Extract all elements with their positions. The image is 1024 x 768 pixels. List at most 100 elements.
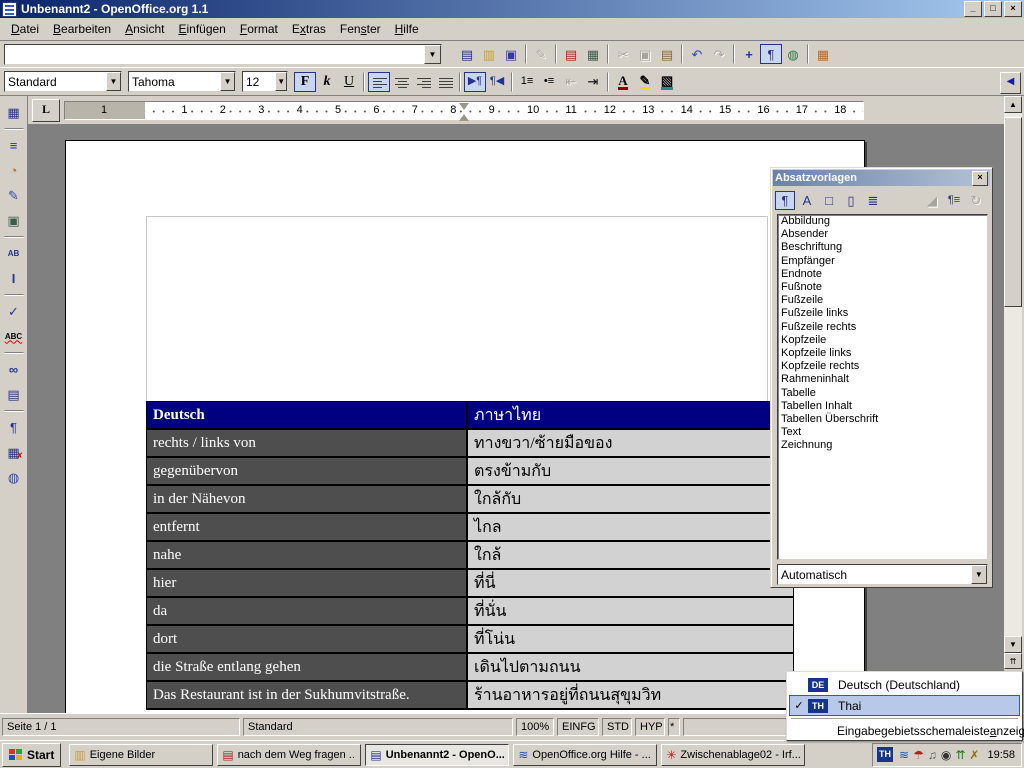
character-styles-icon[interactable]: A [797,191,817,210]
form-functions-icon[interactable]: ▣ [2,209,26,232]
stylist-close-button[interactable]: × [972,171,988,186]
paragraph-styles-icon[interactable]: ¶ [775,191,795,210]
align-justify-button[interactable] [434,72,456,92]
graphics-on-off-icon[interactable]: ▦ [2,441,26,464]
status-insert-mode[interactable]: EINFG [557,718,599,736]
language-indicator[interactable]: TH [877,747,893,762]
ooo-quickstarter-icon[interactable]: ≋ [899,748,909,762]
task-zwischenablage-irfanview[interactable]: ✳ Zwischenablage02 - Irf... [661,744,805,766]
status-selection-mode[interactable]: STD [602,718,632,736]
stylist-style-list[interactable]: AbbildungAbsenderBeschriftungEmpfängerEn… [777,214,988,560]
antivirus-icon[interactable]: ☂ [913,748,924,762]
font-size-input[interactable] [243,72,275,91]
translation-table[interactable]: Deutsch ภาษาไทย rechts / links von ทางขว… [146,401,794,710]
table-row[interactable]: da ที่นั่น [147,598,793,626]
menu-item[interactable]: Format [233,19,285,39]
font-color-button[interactable]: A [612,72,634,92]
menu-item[interactable]: Bearbeiten [46,19,118,39]
table-row[interactable]: entfernt ไกล [147,514,793,542]
table-cell-thai[interactable]: ไกล [468,514,793,540]
bullets-on-off-button[interactable]: •≡ [538,72,560,92]
style-list-item[interactable]: Empfänger [778,255,987,268]
table-cell-thai[interactable]: ทางขวา/ซ้ายมือของ [468,430,793,456]
toolbar-scroll-left-button[interactable]: ◀ [1000,72,1021,94]
increase-indent-button[interactable]: ⇥ [582,72,604,92]
insert-fields-icon[interactable]: ≡ [2,134,26,157]
separator[interactable] [4,236,24,238]
update-icon[interactable]: ⇈ [955,748,965,762]
table-cell-german[interactable]: da [147,598,468,624]
frame-styles-icon[interactable]: □ [819,191,839,210]
menu-item[interactable]: Hilfe [388,19,426,39]
style-list-item[interactable]: Fußzeile rechts [778,321,987,334]
save-icon[interactable]: ▣ [500,44,522,64]
table-cell-german[interactable]: in der Nähevon [147,486,468,512]
draw-functions-icon[interactable]: ✎ [2,184,26,207]
navigator-icon[interactable]: + [738,44,760,64]
update-style-icon[interactable]: ↻ [966,191,986,210]
table-cell-thai[interactable]: ใกล้กับ [468,486,793,512]
url-combobox[interactable]: ▼ [4,44,442,65]
style-list-item[interactable]: Fußzeile [778,294,987,307]
hyperlink-icon[interactable]: ◍ [782,44,804,64]
style-list-item[interactable]: Kopfzeile links [778,347,987,360]
style-list-item[interactable]: Fußnote [778,281,987,294]
stylist-filter-dropdown-arrow[interactable]: ▼ [971,565,987,584]
table-cell-thai[interactable]: ใกล้ [468,542,793,568]
style-list-item[interactable]: Text [778,426,987,439]
table-cell-german[interactable]: gegenübervon [147,458,468,484]
underline-button[interactable]: U [338,72,360,92]
table-row[interactable]: dort ที่โน่น [147,626,793,654]
italic-button[interactable]: k [316,72,338,92]
table-cell-german[interactable]: rechts / links von [147,430,468,456]
paste-icon[interactable]: ▤ [656,44,678,64]
table-header-german[interactable]: Deutsch [147,402,468,428]
stylist-filter-combobox[interactable]: ▼ [777,564,988,585]
export-pdf-icon[interactable]: ▤ [560,44,582,64]
table-cell-german[interactable]: nahe [147,542,468,568]
spellcheck-icon[interactable]: ✓ [2,300,26,323]
find-replace-icon[interactable]: ∞ [2,358,26,381]
table-cell-german[interactable]: Das Restaurant ist in der Sukhumvitstraß… [147,682,468,708]
mouse-settings-icon[interactable]: ◉ [941,748,951,762]
style-list-item[interactable]: Fußzeile links [778,307,987,320]
table-cell-thai[interactable]: เดินไปตามถนน [468,654,793,680]
insert-table-icon[interactable]: ▦ [2,101,26,124]
separator[interactable] [4,410,24,412]
separator[interactable] [363,72,365,92]
menu-item[interactable]: Ansicht [118,19,171,39]
bold-button[interactable]: F [294,72,316,92]
close-button[interactable]: × [1004,1,1022,17]
table-cell-german[interactable]: hier [147,570,468,596]
font-size-combobox[interactable]: ▼ [242,71,288,92]
lang-item-german[interactable]: DE Deutsch (Deutschland) [789,674,1020,695]
task-eigene-bilder[interactable]: ▥ Eigene Bilder [69,744,213,766]
pen-tablet-icon[interactable]: ✗ [969,748,979,762]
lang-item-thai[interactable]: ✓ TH Thai [789,695,1020,716]
font-name-input[interactable] [129,72,220,91]
style-list-item[interactable]: Rahmeninhalt [778,373,987,386]
task-nach-dem-weg-fragen[interactable]: ▤ nach dem Weg fragen ... [217,744,361,766]
scrollbar-thumb[interactable] [1004,117,1022,307]
previous-page-button[interactable]: ⇈ [1004,653,1022,669]
status-page-style[interactable]: Standard [243,718,513,736]
document-page[interactable]: Deutsch ภาษาไทย rechts / links von ทางขว… [65,140,865,713]
show-input-locale-bar-item[interactable]: Eingabegebietsschemaleiste anzeigen [789,721,1020,740]
right-to-left-button[interactable]: ¶◀ [486,72,508,92]
table-cell-thai[interactable]: ที่นั่น [468,598,793,624]
style-dropdown-arrow[interactable]: ▼ [106,72,121,91]
autotext-icon[interactable]: AB [2,242,26,265]
auto-spellcheck-icon[interactable]: ABC [2,325,26,348]
table-row[interactable]: nahe ใกล้ [147,542,793,570]
align-left-button[interactable] [368,72,390,92]
data-sources-icon[interactable]: ▤ [2,383,26,406]
start-button[interactable]: Start [2,743,61,767]
separator[interactable] [733,44,735,64]
style-list-item[interactable]: Absender [778,228,987,241]
url-input[interactable] [5,45,424,64]
style-list-item[interactable]: Beschriftung [778,241,987,254]
spacer[interactable] [885,191,920,210]
paragraph-style-combobox[interactable]: ▼ [4,71,122,92]
cut-icon[interactable]: ✂ [612,44,634,64]
separator[interactable] [4,352,24,354]
